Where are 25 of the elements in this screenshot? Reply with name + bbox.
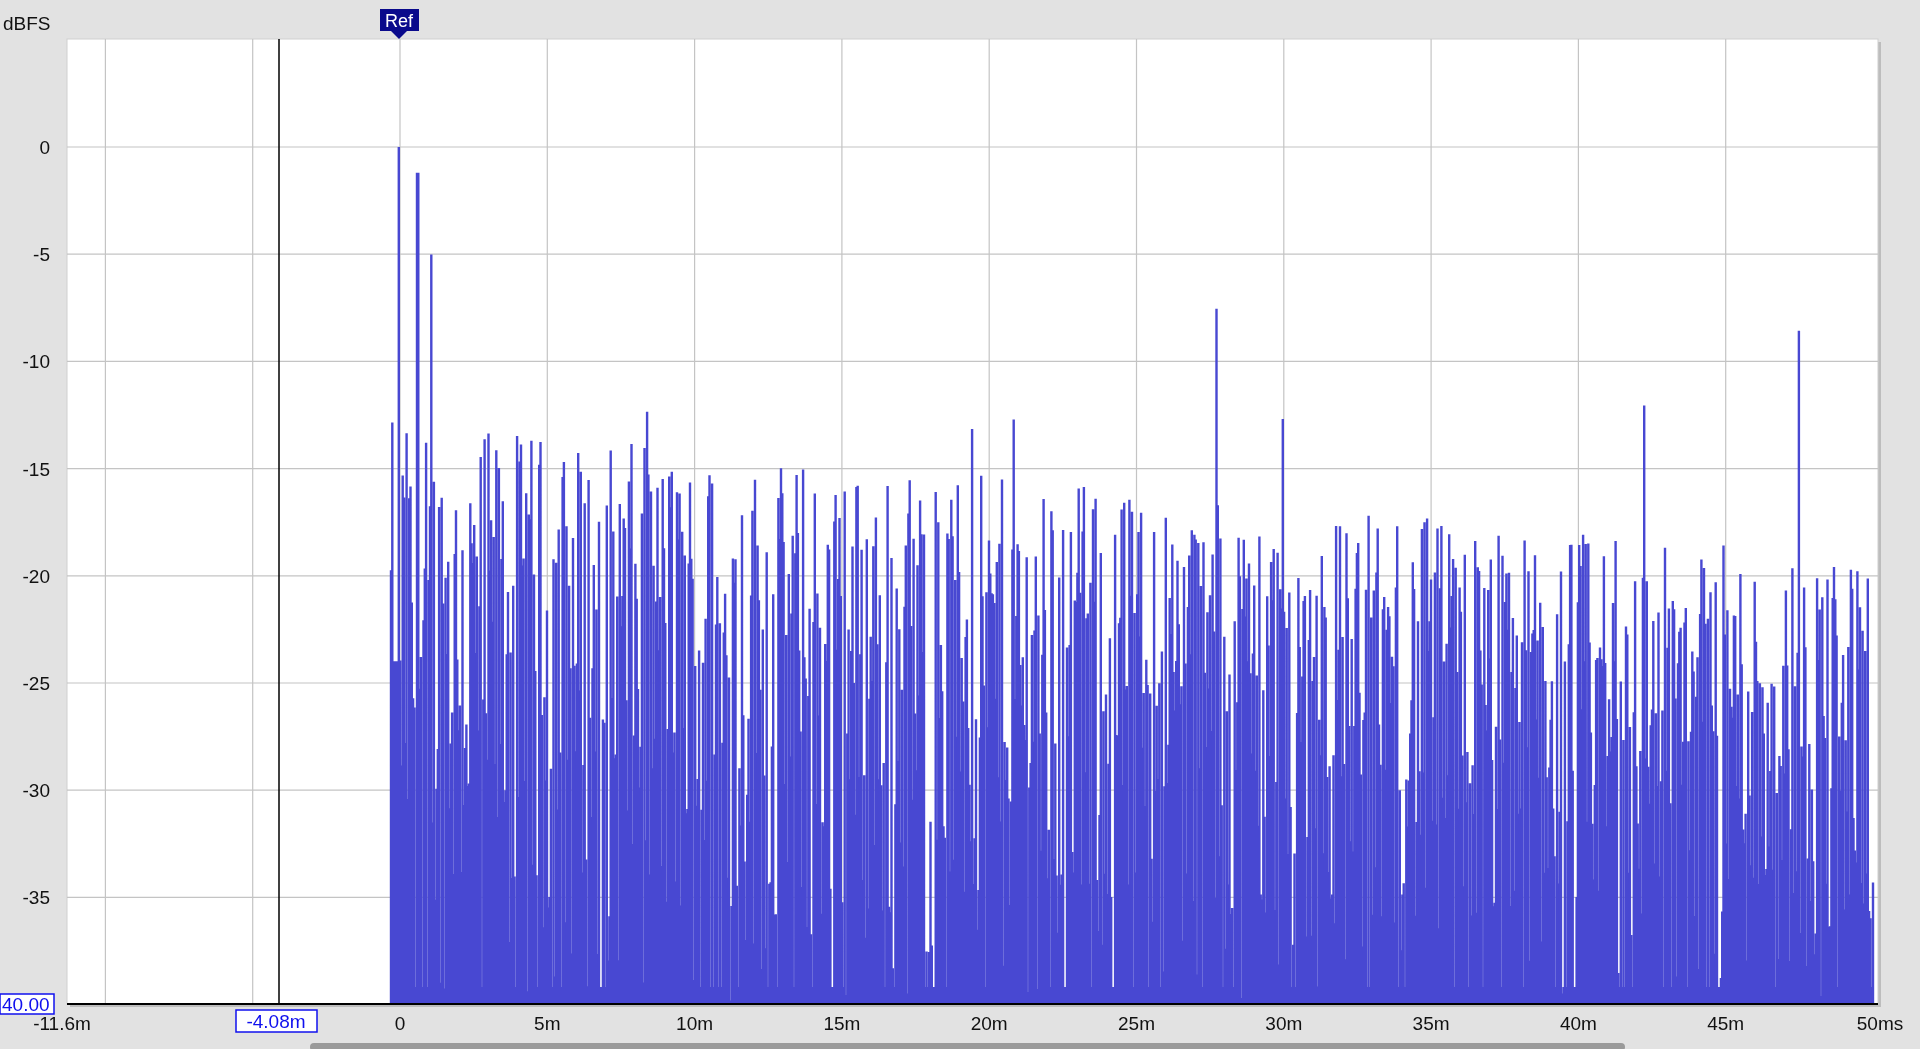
x-axis-tick: 50ms (1856, 1013, 1904, 1034)
y-axis-tick: -5 (33, 244, 50, 266)
x-axis-tick: 5m (534, 1013, 561, 1034)
y-axis-tick: -10 (22, 351, 50, 373)
x-axis-tick: 0 (394, 1013, 406, 1034)
y-axis-unit: dBFS (3, 13, 51, 34)
y-axis-tick: -15 (22, 458, 50, 480)
x-axis-tick: 15m (823, 1013, 861, 1034)
scrollbar[interactable] (310, 1043, 1625, 1049)
x-axis-tick: 45m (1707, 1013, 1745, 1034)
cursor-y-readout: 40.00 (0, 993, 55, 1015)
y-axis-tick: -35 (22, 887, 50, 909)
x-axis-tick: 10m (676, 1013, 714, 1034)
x-axis-tick: -11.6m (33, 1013, 91, 1034)
y-axis-tick: -30 (22, 780, 50, 802)
y-axis-tick: -20 (22, 565, 50, 587)
x-axis-tick: 30m (1265, 1013, 1303, 1034)
x-axis-tick: 25m (1118, 1013, 1155, 1034)
y-axis-tick: 0 (39, 137, 50, 158)
x-axis-tick: 35m (1412, 1013, 1450, 1034)
x-axis-tick: 40m (1559, 1013, 1597, 1034)
x-axis-tick: 20m (970, 1013, 1008, 1034)
y-axis-tick: -25 (22, 673, 50, 694)
cursor-x-readout: -4.08m (235, 1009, 318, 1033)
cursor-line[interactable] (278, 38, 280, 1005)
